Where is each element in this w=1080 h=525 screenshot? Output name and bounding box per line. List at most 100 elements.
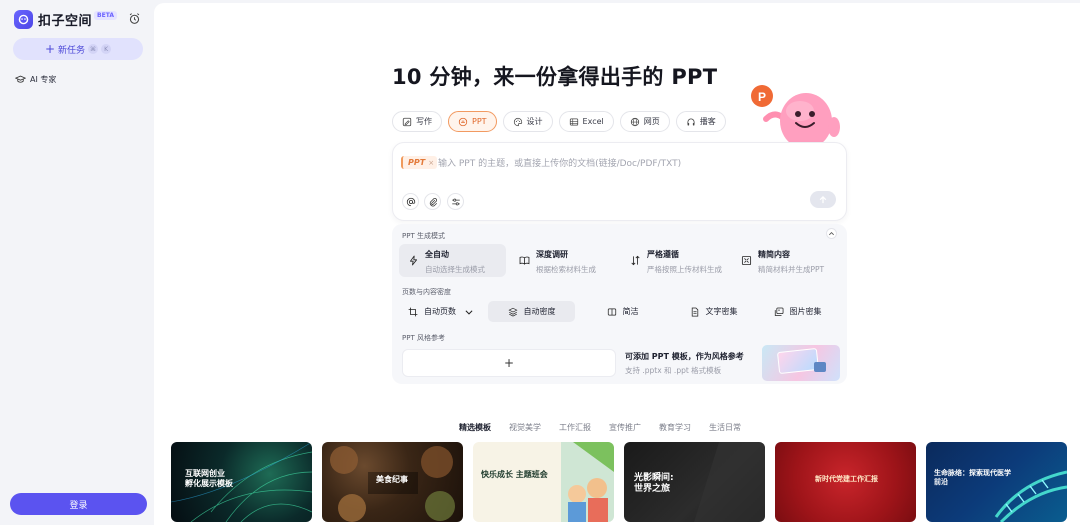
page-count-value: 自动页数 [424,307,456,316]
globe-icon [630,117,639,126]
brand-name: 扣子空间 [38,14,93,29]
ppt-tag-label: PPT [408,158,426,167]
crop-icon [408,307,418,316]
ai-expert-label: AI 专家 [30,75,57,84]
gen-mode-label: PPT 生成模式 [402,232,445,240]
plus-icon: + [503,356,515,370]
tab-web[interactable]: 网页 [619,111,670,132]
table-icon [569,118,578,125]
style-ref-label: PPT 风格参考 [402,334,445,342]
shortcut-key-k: K [101,44,112,54]
write-icon [402,117,412,126]
svg-text:P: P [758,90,766,104]
mode-strict[interactable]: 严格遵循 严格按照上传材料生成 [621,244,728,277]
template-categories: 精选模板 视觉美学 工作汇报 宣传推广 教育学习 生活日常 [459,422,759,433]
sidebar-item-ai-expert[interactable]: AI 专家 [15,74,56,85]
tab-write[interactable]: 写作 [392,111,442,132]
category-life[interactable]: 生活日常 [709,422,741,433]
prompt-input[interactable]: 输入 PPT 的主题，或直接上传你的文档(链接/Doc/PDF/TXT) [438,156,681,169]
headphones-icon [687,118,695,125]
mode-desc: 根据检索材料生成 [536,265,596,274]
template-card[interactable]: 生命脉络：探索现代医学 前沿 [926,442,1067,522]
alarm-clock-icon[interactable] [128,12,141,25]
mode-title: 全自动 [425,250,449,259]
new-task-label: 新任务 [58,45,86,56]
prompt-box[interactable]: PPT × 输入 PPT 的主题，或直接上传你的文档(链接/Doc/PDF/TX… [392,142,847,221]
mascot-illustration: P [751,85,840,149]
beta-badge: BETA [94,10,117,20]
category-promotion[interactable]: 宣传推广 [609,422,641,433]
shortcut-key-cmd: ⌘ [88,44,99,54]
template-card[interactable]: 光影瞬间: 世界之旅 [624,442,765,522]
tab-ppt[interactable]: PPT [448,111,497,132]
document-icon [691,307,698,316]
attach-button[interactable] [424,193,441,210]
plus-icon: + [44,42,56,56]
kids-graphic [561,442,614,522]
template-card-illustration-small [814,362,826,372]
chevron-down-icon [465,309,473,315]
mention-button[interactable] [402,193,419,210]
ppt-tag[interactable]: PPT × [401,156,438,169]
sort-icon [631,255,640,266]
template-title: 新时代党建工作汇报 [815,475,878,483]
arrow-up-icon [819,195,827,203]
mode-title: 精简内容 [758,250,790,259]
page-count-dropdown[interactable]: 自动页数 [402,301,480,322]
new-task-button[interactable]: + 新任务 ⌘ K [13,38,143,60]
add-template-button[interactable]: + [402,349,616,377]
login-button[interactable]: 登录 [10,493,147,515]
template-title: 快乐成长 主题班会 [481,470,548,479]
density-option-label: 图片密集 [789,307,822,316]
density-option-label: 简洁 [622,307,639,316]
mode-auto[interactable]: 全自动 自动选择生成模式 [399,244,506,277]
template-card-illustration [776,347,820,375]
sliders-icon [451,198,460,205]
density-auto[interactable]: 自动密度 [488,301,575,322]
style-ref-illustration [762,345,840,381]
mode-title: 深度调研 [536,250,568,259]
template-card[interactable]: 互联网创业 孵化展示模板 [171,442,312,522]
collapse-button[interactable] [826,228,837,239]
close-icon[interactable]: × [428,159,434,167]
settings-button[interactable] [447,193,464,210]
template-card[interactable]: 新时代党建工作汇报 [775,442,916,522]
mode-desc: 严格按照上传材料生成 [647,265,722,274]
sidebar: 扣子空间 BETA + 新任务 ⌘ K AI 专家 登录 [0,0,153,525]
columns-icon [607,308,616,315]
density-simple[interactable]: 简洁 [579,301,666,322]
template-title: 互联网创业 孵化展示模板 [185,469,233,488]
mode-title: 严格遵循 [647,250,679,259]
tab-podcast[interactable]: 播客 [675,111,726,132]
mode-deep-research[interactable]: 深度调研 根据检索材料生成 [510,244,617,277]
tab-design[interactable]: 设计 [502,111,553,132]
category-featured[interactable]: 精选模板 [459,422,491,433]
palette-icon [513,117,522,126]
tab-label: 设计 [526,117,543,126]
template-title: 光影瞬间: 世界之旅 [634,473,674,495]
density-text[interactable]: 文字密集 [670,301,757,322]
style-ref-desc: 支持 .pptx 和 .ppt 格式模板 [625,366,722,375]
density-image[interactable]: 图片密集 [754,301,841,322]
page-title: 10 分钟，来一份拿得出手的 PPT [392,65,718,89]
brand[interactable]: 扣子空间 BETA [14,10,117,29]
ppt-icon [458,117,468,126]
mode-concise[interactable]: 精简内容 精简材料并生成PPT [732,244,839,277]
template-title: 生命脉络：探索现代医学 前沿 [934,469,1011,486]
layers-icon [507,307,518,316]
graduation-cap-icon [15,75,26,83]
tab-excel[interactable]: Excel [558,111,614,132]
template-title: 美食纪事 [376,475,408,484]
category-report[interactable]: 工作汇报 [559,422,591,433]
category-visual[interactable]: 视觉美学 [509,422,541,433]
paperclip-icon [429,197,437,206]
category-education[interactable]: 教育学习 [659,422,691,433]
style-ref-title: 可添加 PPT 模板，作为风格参考 [625,352,744,361]
template-card[interactable]: 美食纪事 [322,442,463,522]
template-card[interactable]: 快乐成长 主题班会 [473,442,614,522]
at-icon [406,197,415,206]
send-button[interactable] [810,191,836,208]
mode-desc: 精简材料并生成PPT [758,265,825,274]
lightning-icon [409,255,418,266]
density-label: 页数与内容密度 [402,288,451,296]
